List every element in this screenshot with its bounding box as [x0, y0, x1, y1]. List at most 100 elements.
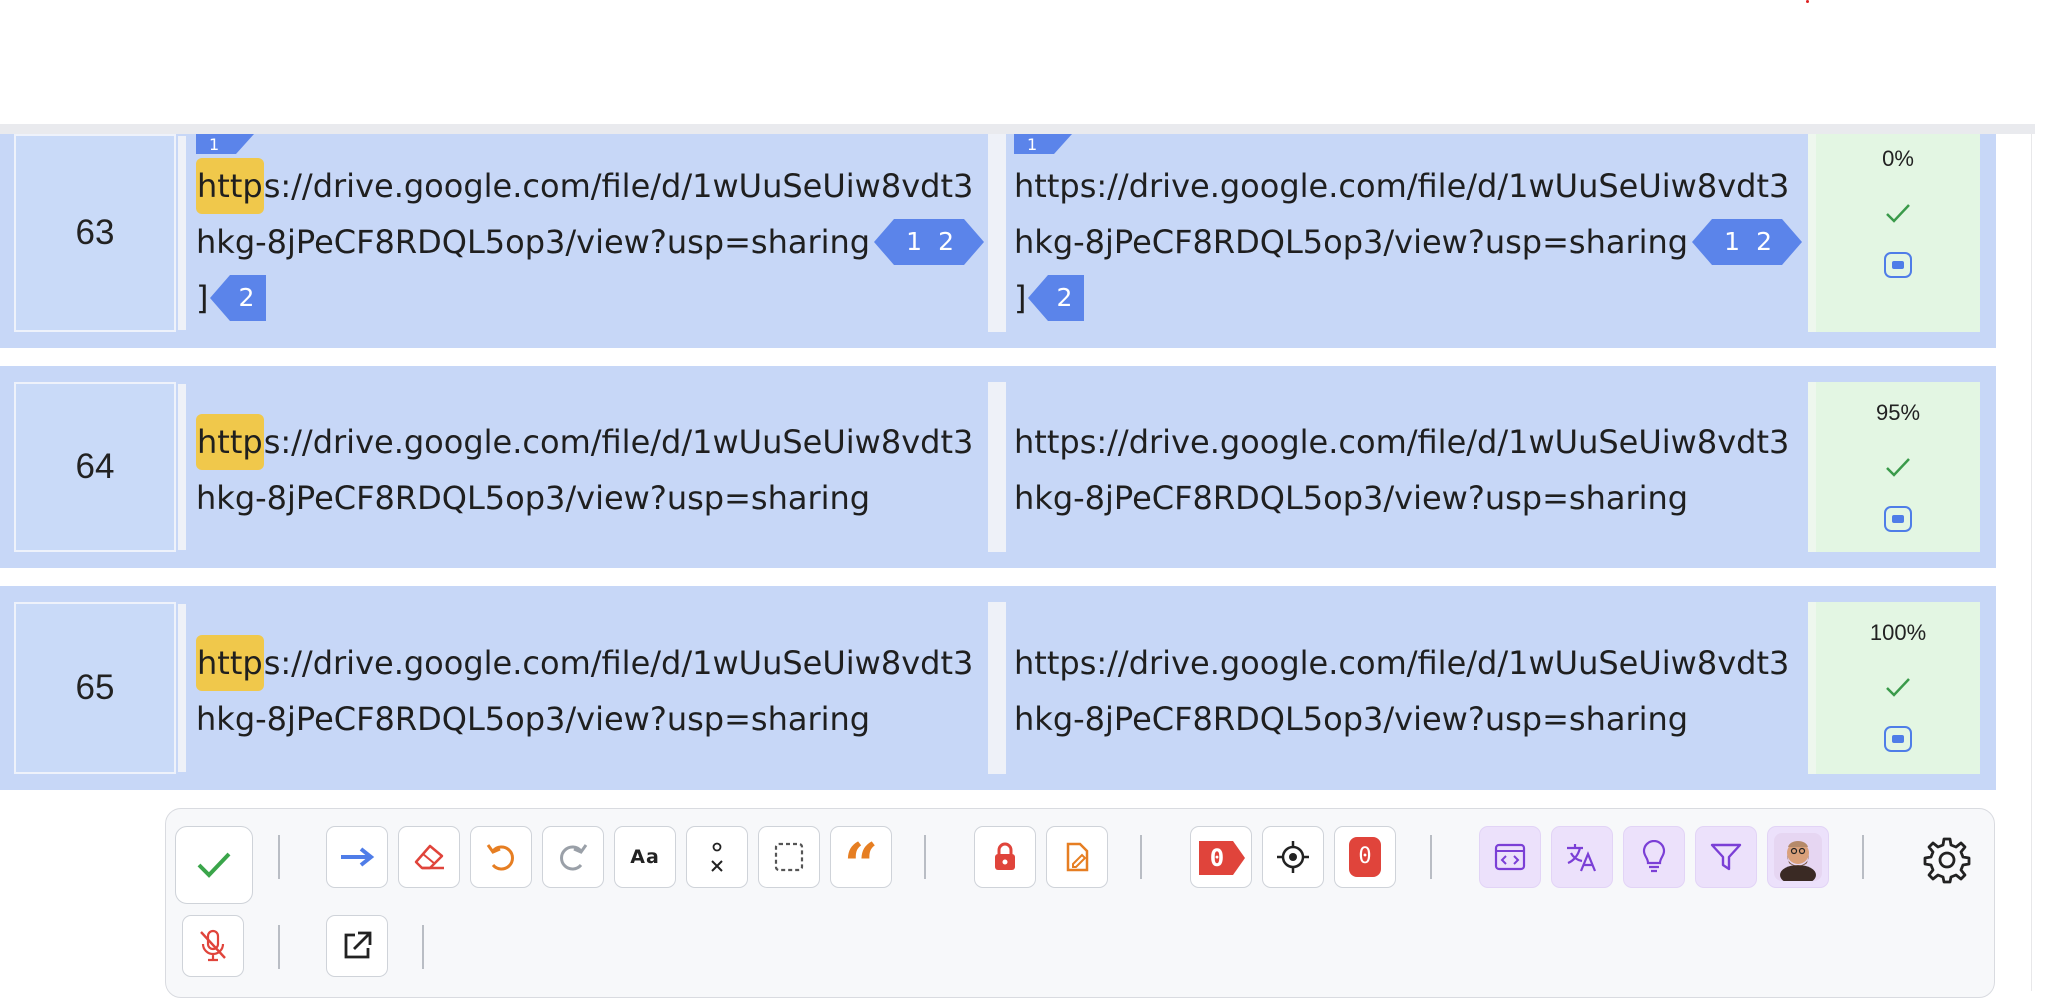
editor-toolbar: Aa “ 0 0 [165, 808, 1995, 998]
status-dot [1806, 0, 1809, 3]
confirm-button[interactable] [175, 826, 253, 904]
code-icon [1494, 843, 1526, 871]
copy-source-arrow-icon [341, 847, 375, 867]
scrollbar-track[interactable] [2031, 134, 2045, 991]
match-percentage: 95% [1875, 400, 1921, 425]
source-line: ] 2 [196, 270, 984, 326]
tag-pair[interactable]: 1 2 [874, 219, 985, 265]
segment-row[interactable]: 64 http s://drive.google.com/file/d/1wUuS… [0, 366, 1996, 568]
translate-icon [1567, 844, 1597, 872]
change-case-button[interactable]: Aa [614, 826, 676, 888]
segment-row[interactable]: 65 http s://drive.google.com/file/d/1wUuS… [0, 586, 1996, 790]
toolbar-separator [422, 925, 424, 969]
search-highlight: http [196, 414, 264, 470]
select-icon [774, 842, 804, 872]
special-characters-button[interactable] [686, 826, 748, 888]
tag-single[interactable]: 2 [1028, 275, 1085, 321]
case-icon: Aa [630, 846, 660, 868]
mic-off-icon [200, 929, 226, 962]
open-external-button[interactable] [326, 915, 388, 977]
match-cell: 95% [1808, 382, 1980, 552]
confirm-check-icon[interactable] [1883, 198, 1913, 228]
source-text[interactable]: http s://drive.google.com/file/d/1wUuSeUi… [196, 134, 985, 326]
special-chars-icon [711, 842, 723, 872]
file-edit-icon [1066, 842, 1089, 872]
confirm-check-icon[interactable] [1883, 452, 1913, 482]
confirm-icon [197, 852, 231, 878]
source-text[interactable]: http s://drive.google.com/file/d/1wUuSeUi… [196, 366, 973, 526]
comment-icon[interactable] [1884, 252, 1912, 278]
eraser-icon [414, 844, 444, 870]
confirm-check-icon[interactable] [1883, 672, 1913, 702]
gear-icon [1923, 837, 1971, 884]
target-line: https://drive.google.com/file/d/1wUuSeUi… [1014, 644, 1790, 682]
settings-button[interactable] [1922, 835, 1972, 885]
errors-button[interactable]: 0 [1334, 826, 1396, 888]
suggestions-button[interactable] [1623, 826, 1685, 888]
target-line: https://drive.google.com/file/d/1wUuSeUi… [1014, 167, 1790, 205]
locate-button[interactable] [1262, 826, 1324, 888]
redo-button[interactable] [542, 826, 604, 888]
toolbar-separator [1862, 835, 1864, 879]
tag-pair[interactable]: 1 2 [1692, 219, 1803, 265]
source-line: hkg-8jPeCF8RDQL5op3/view?usp=sharing 1 2 [196, 214, 985, 270]
toolbar-separator [924, 835, 926, 879]
target-line: https://drive.google.com/file/d/1wUuSeUi… [1014, 423, 1790, 461]
source-line: http s://drive.google.com/file/d/1wUuSeUi… [196, 635, 973, 691]
dictation-button[interactable] [182, 915, 244, 977]
target-line: hkg-8jPeCF8RDQL5op3/view?usp=sharing 1 2 [1014, 214, 1803, 270]
segment-number[interactable]: 63 [14, 134, 186, 332]
segment-number[interactable]: 65 [14, 602, 186, 774]
comment-icon[interactable] [1884, 506, 1912, 532]
error-badge: 0 [1349, 837, 1381, 877]
column-divider [988, 382, 1006, 552]
lock-segment-button[interactable] [974, 826, 1036, 888]
tag-single[interactable]: 2 [210, 275, 267, 321]
undo-icon [486, 844, 514, 871]
match-cell: 0% [1808, 134, 1980, 332]
machine-translation-button[interactable] [1551, 826, 1613, 888]
insert-quote-button[interactable]: “ [830, 826, 892, 896]
external-link-icon [344, 931, 372, 959]
segment-number[interactable]: 64 [14, 382, 186, 552]
tags-button[interactable]: 0 [1190, 826, 1252, 888]
filter-button[interactable] [1695, 826, 1757, 888]
search-highlight: http [196, 158, 264, 214]
match-percentage: 0% [1882, 146, 1914, 171]
copy-source-button[interactable] [326, 826, 388, 888]
target-line: ] 2 [1014, 270, 1802, 326]
search-highlight: http [196, 635, 264, 691]
file-edit-button[interactable] [1046, 826, 1108, 888]
match-cell: 100% [1808, 602, 1980, 774]
clear-target-button[interactable] [398, 826, 460, 888]
column-divider [988, 602, 1006, 774]
comment-icon[interactable] [1884, 726, 1912, 752]
avatar [1774, 833, 1822, 881]
segment-row[interactable]: 63 1 http s://drive.google.com/file/d/1wU… [0, 134, 1996, 348]
source-line: http s://drive.google.com/file/d/1wUuSeUi… [196, 414, 973, 470]
redo-icon [560, 844, 588, 871]
match-percentage: 100% [1869, 620, 1927, 645]
target-line: hkg-8jPeCF8RDQL5op3/view?usp=sharing [1014, 700, 1689, 738]
source-line: hkg-8jPeCF8RDQL5op3/view?usp=sharing [196, 479, 871, 517]
target-line: hkg-8jPeCF8RDQL5op3/view?usp=sharing [1014, 479, 1689, 517]
lightbulb-icon [1642, 840, 1666, 873]
target-icon [1277, 841, 1309, 873]
header-separator [0, 124, 2035, 134]
target-text[interactable]: https://drive.google.com/file/d/1wUuSeUi… [1014, 134, 1803, 326]
assistant-button[interactable] [1767, 826, 1829, 888]
toolbar-separator [1140, 835, 1142, 879]
target-text[interactable]: https://drive.google.com/file/d/1wUuSeUi… [1014, 366, 1789, 526]
lock-icon [995, 842, 1015, 870]
code-view-button[interactable] [1479, 826, 1541, 888]
undo-button[interactable] [470, 826, 532, 888]
toolbar-separator [278, 925, 280, 969]
target-text[interactable]: https://drive.google.com/file/d/1wUuSeUi… [1014, 586, 1789, 747]
source-text[interactable]: http s://drive.google.com/file/d/1wUuSeUi… [196, 586, 973, 747]
select-segment-button[interactable] [758, 826, 820, 888]
column-divider [988, 134, 1006, 332]
toolbar-separator [1430, 835, 1432, 879]
quote-icon: “ [843, 831, 879, 901]
filter-icon [1710, 843, 1742, 871]
top-blank-area [0, 0, 2045, 124]
